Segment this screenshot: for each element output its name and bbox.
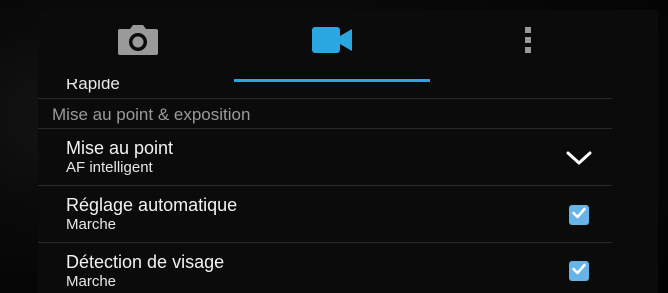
selected-tab-indicator [234,79,430,82]
setting-value: AF intelligent [66,159,153,176]
face-detection-checkbox[interactable] [569,261,589,281]
setting-row-auto-adjust[interactable]: Réglage automatique Marche [38,186,612,242]
divider [38,98,612,99]
checkmark-icon [572,262,586,280]
tab-more-options[interactable] [478,10,578,74]
video-camera-icon [312,26,352,58]
camera-settings-panel: Rapide Mise au point & exposition Mise a… [38,10,658,293]
tab-video-settings[interactable] [234,10,430,74]
chevron-down-icon[interactable] [566,151,592,171]
setting-value: Marche [66,273,117,290]
section-header: Mise au point & exposition [52,105,251,124]
setting-row-focus[interactable]: Mise au point AF intelligent [38,129,612,185]
checkmark-icon [572,206,586,224]
more-vert-icon [525,26,531,58]
tab-photo-settings[interactable] [78,10,198,74]
setting-title: Détection de visage [66,252,225,272]
setting-title: Mise au point [66,138,174,158]
setting-title: Réglage automatique [66,195,238,215]
mode-tab-bar [38,10,658,82]
auto-adjust-checkbox[interactable] [569,205,589,225]
camera-icon [118,24,158,60]
setting-value: Marche [66,216,117,233]
setting-row-face-detection[interactable]: Détection de visage Marche [38,243,612,293]
